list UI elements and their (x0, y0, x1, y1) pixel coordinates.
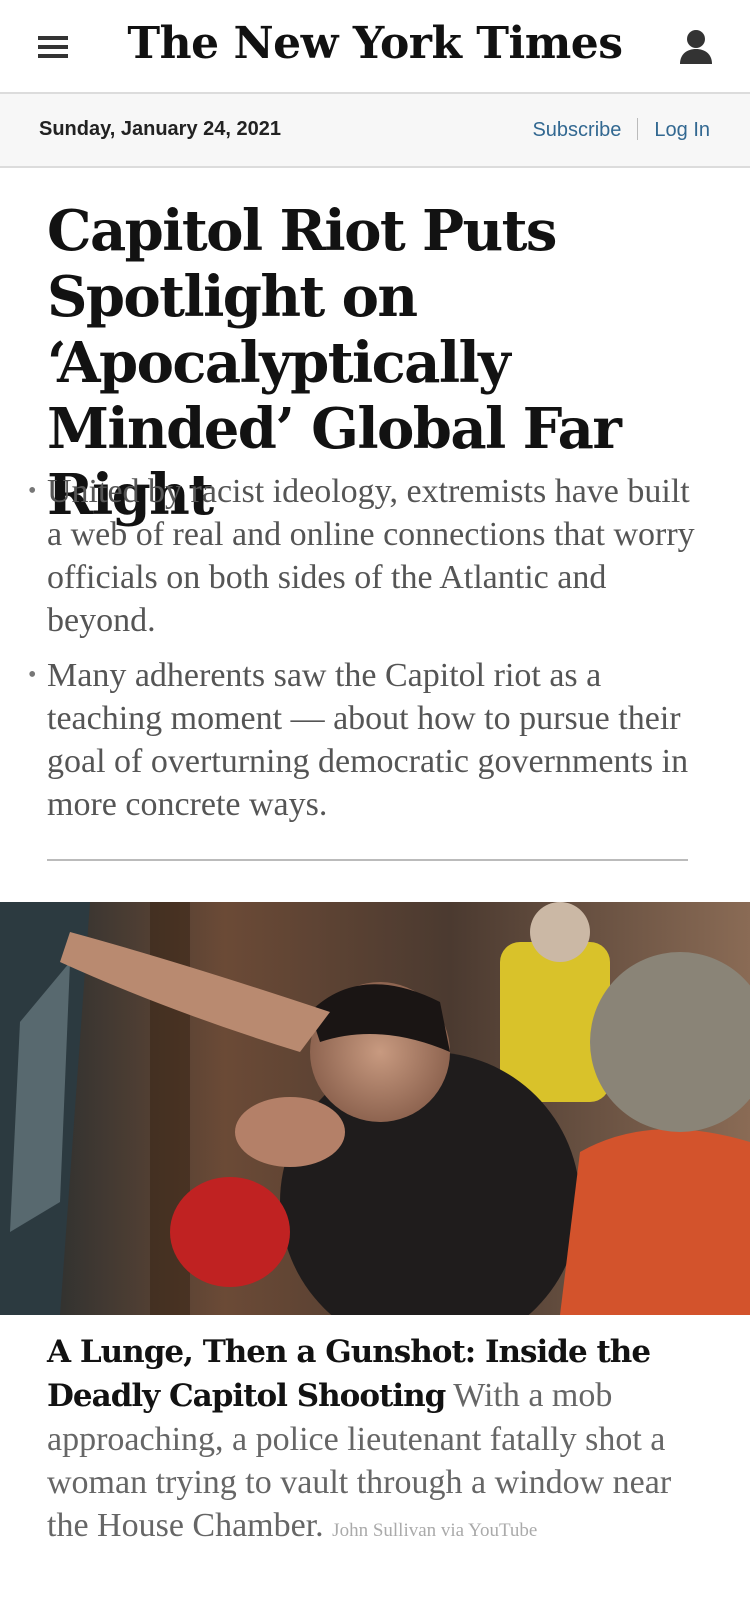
current-date: Sunday, January 24, 2021 (39, 118, 281, 140)
login-link[interactable]: Log In (654, 119, 710, 141)
subscribe-link[interactable]: Subscribe (532, 119, 621, 141)
summary-item: • Many adherents saw the Capitol riot as… (28, 654, 708, 826)
user-account-icon[interactable] (678, 28, 714, 66)
masthead: The New York Times (0, 0, 750, 94)
bullet-icon: • (28, 662, 37, 688)
story-photo[interactable] (0, 902, 750, 1315)
nyt-logo[interactable]: The New York Times (0, 18, 750, 69)
summary-item: • United by racist ideology, extremists … (28, 470, 708, 642)
photo-credit: John Sullivan via YouTube (332, 1520, 538, 1541)
second-story[interactable]: A Lunge, Then a Gunshot: Inside the Dead… (47, 1330, 707, 1552)
lead-story-summary: • United by racist ideology, extremists … (28, 470, 708, 838)
auth-links: Subscribe Log In (532, 118, 710, 142)
bullet-icon: • (28, 478, 37, 504)
story-divider (47, 859, 688, 861)
summary-text: Many adherents saw the Capitol riot as a… (47, 657, 689, 823)
summary-text: United by racist ideology, extremists ha… (47, 473, 695, 639)
date-bar: Sunday, January 24, 2021 Subscribe Log In (0, 94, 750, 168)
auth-divider (637, 118, 639, 140)
